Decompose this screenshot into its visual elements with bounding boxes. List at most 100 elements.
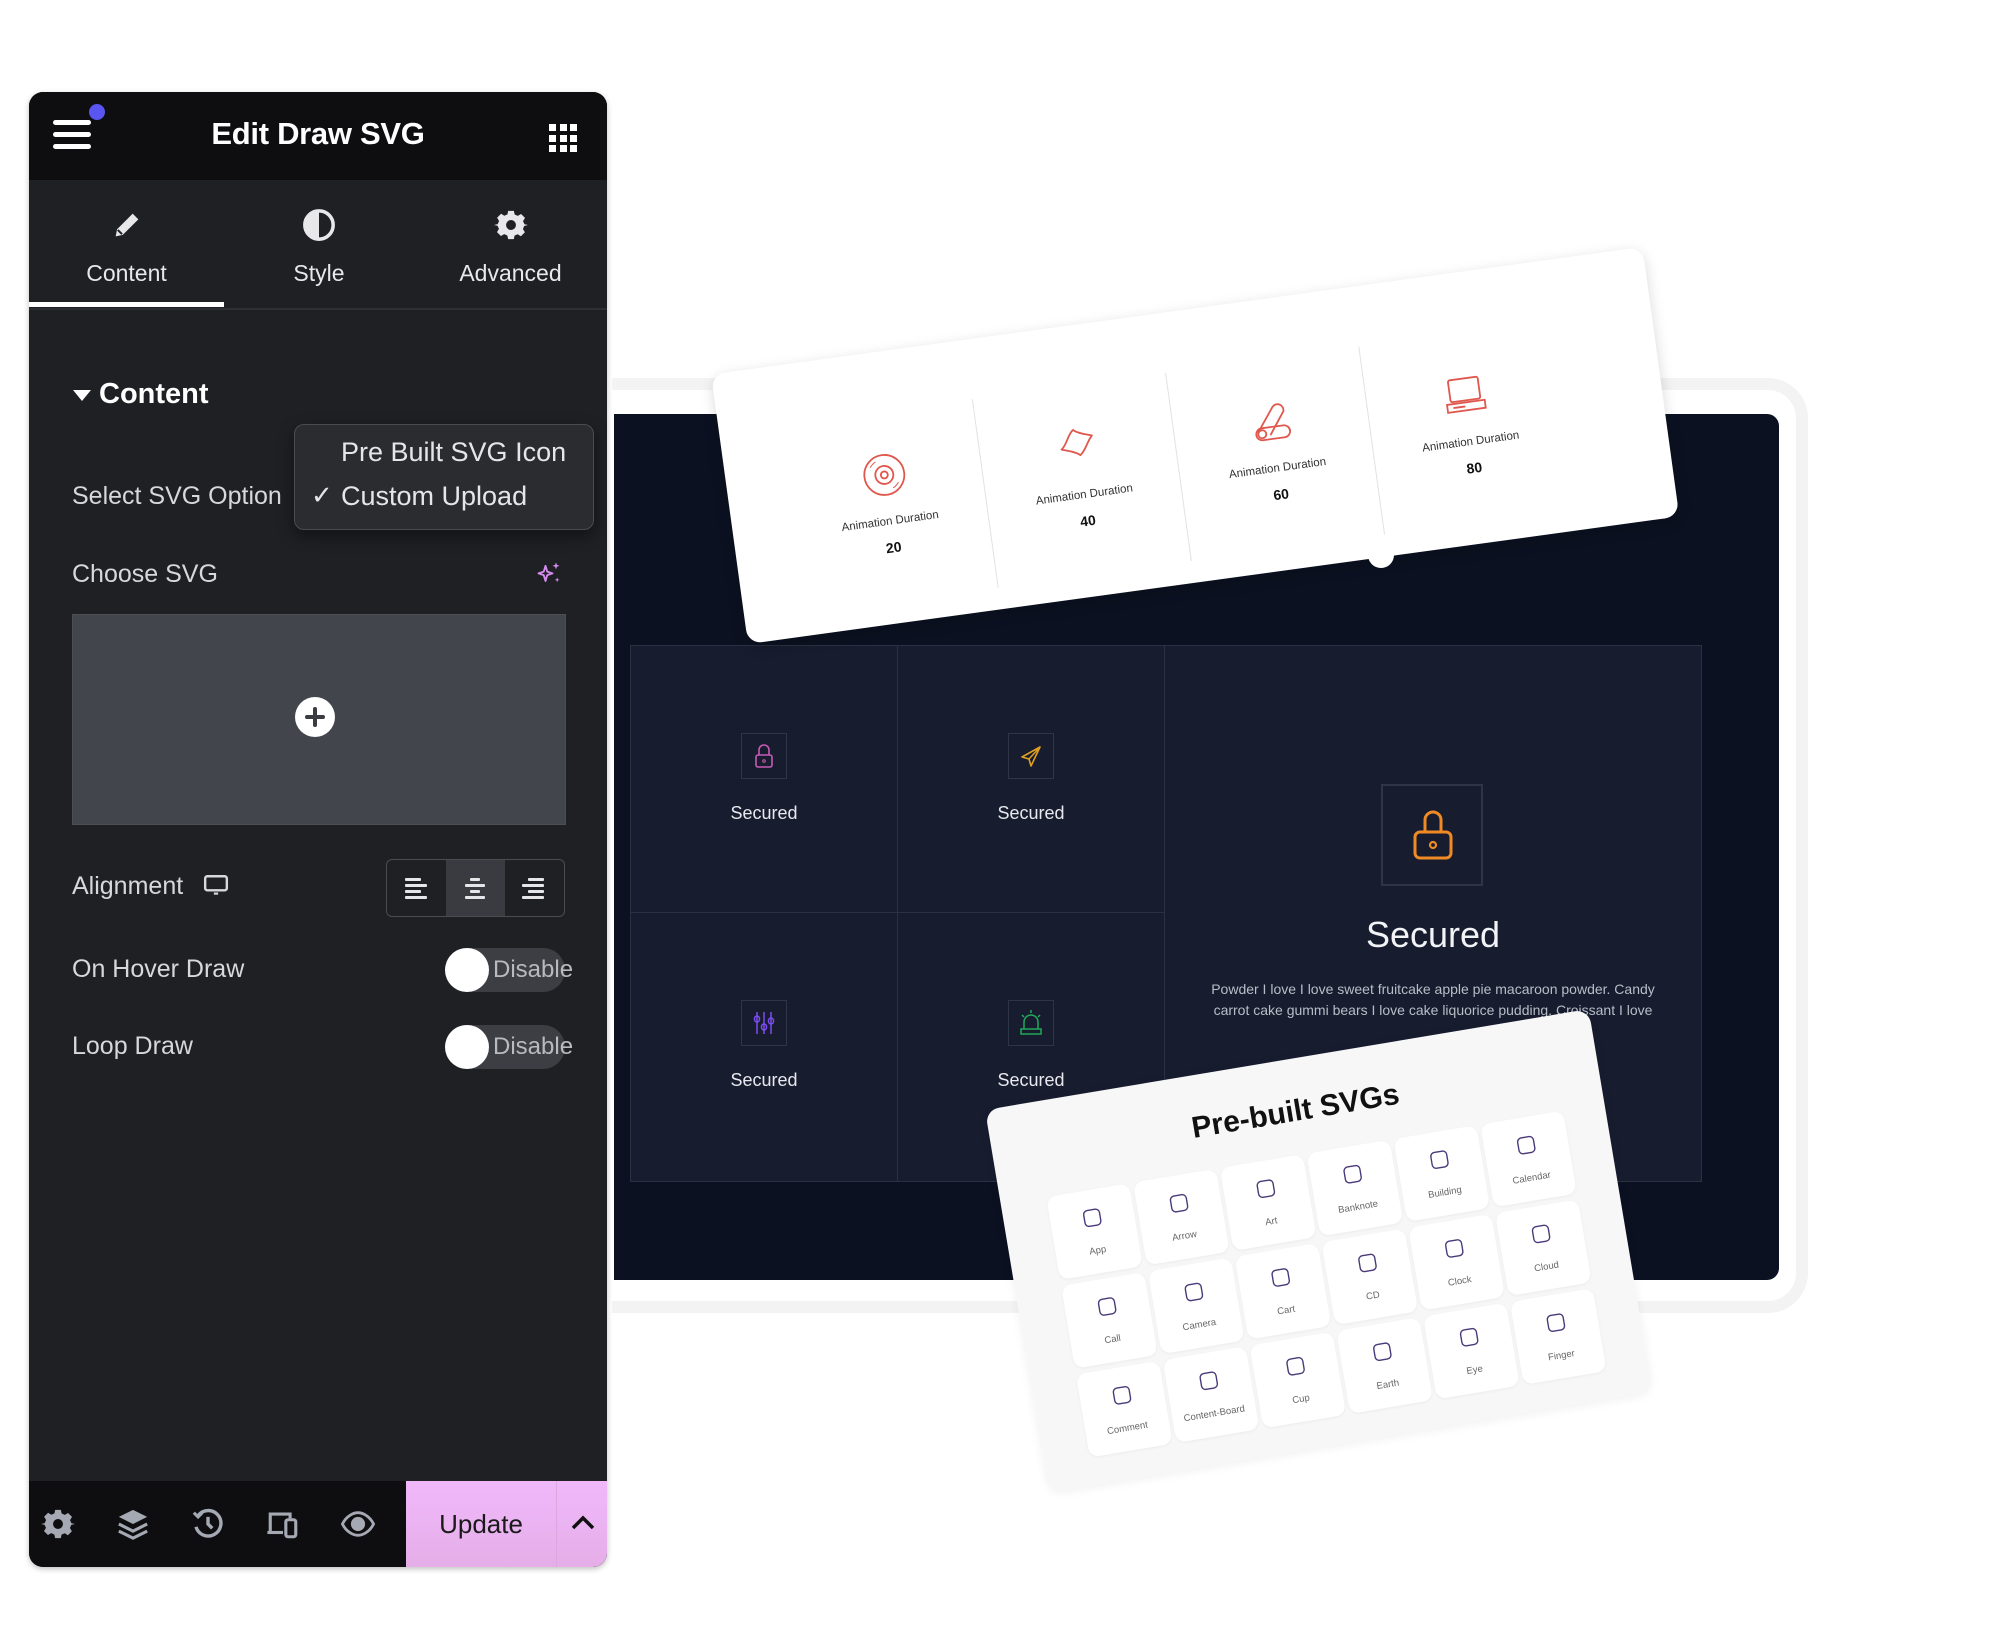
prebuilt-item-app[interactable]: App bbox=[1046, 1183, 1143, 1280]
content-board-icon bbox=[1199, 1371, 1219, 1391]
prebuilt-item-cloud[interactable]: Cloud bbox=[1495, 1199, 1592, 1297]
prebuilt-item-camera[interactable]: Camera bbox=[1147, 1257, 1245, 1355]
responsive-icon[interactable] bbox=[266, 1507, 300, 1541]
laptop-icon bbox=[1445, 375, 1487, 414]
update-options-button[interactable] bbox=[556, 1481, 607, 1567]
toggle-state: Disable bbox=[493, 1033, 574, 1060]
feature-title: Secured bbox=[730, 1070, 798, 1090]
prebuilt-item-label: Calendar bbox=[1511, 1169, 1552, 1187]
prebuilt-item-label: Building bbox=[1427, 1184, 1463, 1201]
tab-advanced[interactable]: Advanced bbox=[414, 180, 607, 308]
comment-icon bbox=[1112, 1386, 1132, 1405]
layers-icon[interactable] bbox=[116, 1507, 150, 1541]
prebuilt-item-content-board[interactable]: Content-Board bbox=[1162, 1346, 1260, 1443]
align-right-button[interactable] bbox=[505, 860, 564, 916]
tab-label: Style bbox=[293, 260, 345, 286]
on-hover-draw-label: On Hover Draw bbox=[72, 955, 245, 983]
featured-description: Powder I love I love sweet fruitcake app… bbox=[1211, 981, 1655, 1018]
prebuilt-item-earth[interactable]: Earth bbox=[1336, 1317, 1434, 1414]
tab-bar: Content Style Advanced bbox=[29, 180, 607, 310]
panel-header: Edit Draw SVG bbox=[29, 92, 607, 180]
prebuilt-item-label: Finger bbox=[1547, 1348, 1576, 1364]
prebuilt-item-label: Banknote bbox=[1337, 1198, 1379, 1216]
feature-card[interactable]: Secured bbox=[631, 646, 898, 913]
calendar-icon bbox=[1516, 1135, 1536, 1155]
prebuilt-item-label: Cart bbox=[1276, 1303, 1296, 1318]
toggle-knob bbox=[445, 948, 489, 992]
icon-box bbox=[1008, 1000, 1054, 1046]
svg-upload-area[interactable] bbox=[72, 614, 566, 825]
prebuilt-item-call[interactable]: Call bbox=[1061, 1271, 1158, 1369]
align-left-button[interactable] bbox=[387, 860, 446, 916]
loop-draw-label: Loop Draw bbox=[72, 1032, 193, 1060]
banknote-icon bbox=[1343, 1164, 1362, 1184]
align-center-button[interactable] bbox=[446, 860, 505, 916]
svg-option-dropdown[interactable]: Pre Built SVG Icon ✓ Custom Upload bbox=[294, 424, 594, 530]
prebuilt-item-cd[interactable]: CD bbox=[1321, 1228, 1419, 1326]
earth-icon bbox=[1373, 1342, 1392, 1362]
caret-down-icon[interactable] bbox=[73, 390, 91, 401]
app-icon bbox=[1082, 1208, 1102, 1228]
animation-item[interactable]: Animation Duration 80 bbox=[1358, 319, 1579, 535]
alignment-button-group bbox=[386, 859, 565, 917]
update-button[interactable]: Update bbox=[406, 1481, 556, 1567]
gear-icon[interactable] bbox=[41, 1507, 75, 1541]
panel-title: Edit Draw SVG bbox=[211, 116, 425, 151]
prebuilt-item-cup[interactable]: Cup bbox=[1249, 1331, 1347, 1429]
tab-style[interactable]: Style bbox=[224, 180, 414, 308]
sparkle-icon[interactable] bbox=[535, 560, 563, 588]
tab-label: Advanced bbox=[459, 260, 562, 286]
gear-icon bbox=[493, 210, 528, 240]
prebuilt-item-finger[interactable]: Finger bbox=[1509, 1288, 1607, 1385]
icon-box bbox=[741, 1000, 787, 1046]
roll-icon bbox=[1254, 403, 1291, 442]
option-pre-built-svg-icon[interactable]: Pre Built SVG Icon bbox=[295, 433, 593, 475]
feature-card[interactable]: Secured bbox=[631, 913, 898, 1181]
active-tab-indicator bbox=[29, 302, 224, 307]
loop-draw-toggle[interactable]: Disable bbox=[445, 1025, 573, 1069]
prebuilt-item-banknote[interactable]: Banknote bbox=[1306, 1139, 1404, 1237]
call-icon bbox=[1097, 1297, 1117, 1316]
choose-svg-label: Choose SVG bbox=[72, 560, 218, 588]
prebuilt-item-art[interactable]: Art bbox=[1219, 1154, 1317, 1251]
siren-icon bbox=[1020, 1010, 1042, 1035]
prebuilt-item-label: Call bbox=[1103, 1332, 1122, 1347]
prebuilt-item-cart[interactable]: Cart bbox=[1234, 1242, 1332, 1340]
editor-panel: Edit Draw SVG Content Style Advanced Con… bbox=[29, 92, 607, 1567]
option-custom-upload[interactable]: ✓ Custom Upload bbox=[295, 477, 593, 519]
section-title[interactable]: Content bbox=[99, 378, 209, 411]
tab-content[interactable]: Content bbox=[29, 180, 224, 308]
select-svg-option-label: Select SVG Option bbox=[72, 482, 282, 510]
prebuilt-item-label: Camera bbox=[1181, 1316, 1218, 1334]
prebuilt-item-arrow[interactable]: Arrow bbox=[1133, 1168, 1230, 1266]
animation-item[interactable]: Animation Duration 40 bbox=[971, 372, 1192, 588]
camera-icon bbox=[1184, 1282, 1204, 1302]
desktop-icon[interactable] bbox=[203, 874, 229, 898]
eye-icon[interactable] bbox=[341, 1507, 375, 1541]
prebuilt-item-comment[interactable]: Comment bbox=[1075, 1360, 1173, 1458]
prebuilt-item-label: Clock bbox=[1447, 1274, 1473, 1289]
animation-item[interactable]: Animation Duration 20 bbox=[779, 399, 998, 614]
paper-plane-icon bbox=[1021, 746, 1041, 767]
animation-item[interactable]: Animation Duration 60 bbox=[1165, 346, 1386, 562]
prebuilt-item-clock[interactable]: Clock bbox=[1408, 1213, 1505, 1311]
feature-title: Secured bbox=[730, 803, 798, 823]
on-hover-draw-toggle[interactable]: Disable bbox=[445, 948, 573, 992]
prebuilt-item-label: CD bbox=[1365, 1289, 1381, 1303]
grid-icon[interactable] bbox=[549, 124, 577, 152]
plus-circle-icon[interactable] bbox=[295, 697, 335, 737]
icon-box bbox=[1381, 784, 1483, 886]
option-label: Custom Upload bbox=[341, 481, 528, 511]
art-icon bbox=[1256, 1179, 1276, 1199]
prebuilt-item-label: Arrow bbox=[1171, 1228, 1198, 1244]
lock-icon bbox=[755, 744, 773, 768]
prebuilt-item-label: Comment bbox=[1106, 1419, 1149, 1438]
feature-card[interactable]: Secured bbox=[898, 646, 1165, 913]
eye-icon bbox=[1459, 1327, 1479, 1347]
prebuilt-item-building[interactable]: Building bbox=[1393, 1125, 1491, 1222]
history-icon[interactable] bbox=[191, 1507, 225, 1541]
feature-title: Secured bbox=[997, 803, 1065, 823]
finger-icon bbox=[1546, 1313, 1566, 1332]
prebuilt-item-calendar[interactable]: Calendar bbox=[1480, 1110, 1577, 1208]
prebuilt-item-eye[interactable]: Eye bbox=[1423, 1302, 1520, 1400]
